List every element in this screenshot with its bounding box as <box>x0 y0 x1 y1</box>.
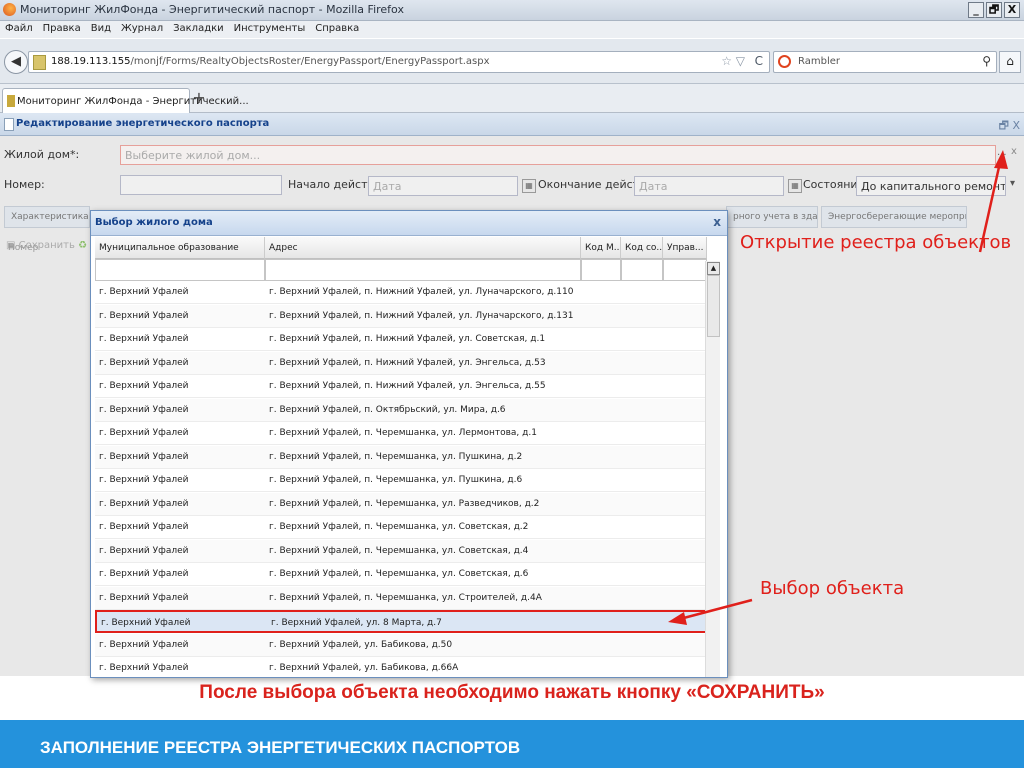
instruction-caption: После выбора объекта необходимо нажать к… <box>199 682 825 703</box>
annotation-arrows <box>668 150 1008 625</box>
open-registry-arrowhead <box>994 150 1008 169</box>
annotation-open-registry: Открытие реестра объектов <box>740 232 1012 253</box>
select-object-arrow <box>675 598 753 622</box>
footer-title: ЗАПОЛНЕНИЕ РЕЕСТРА ЭНЕРГЕТИЧЕСКИХ ПАСПОР… <box>40 738 521 757</box>
annotation-select-object: Выбор объекта <box>760 578 905 599</box>
slide-footer: ЗАПОЛНЕНИЕ РЕЕСТРА ЭНЕРГЕТИЧЕСКИХ ПАСПОР… <box>0 720 1024 768</box>
select-object-arrowhead <box>668 612 687 625</box>
